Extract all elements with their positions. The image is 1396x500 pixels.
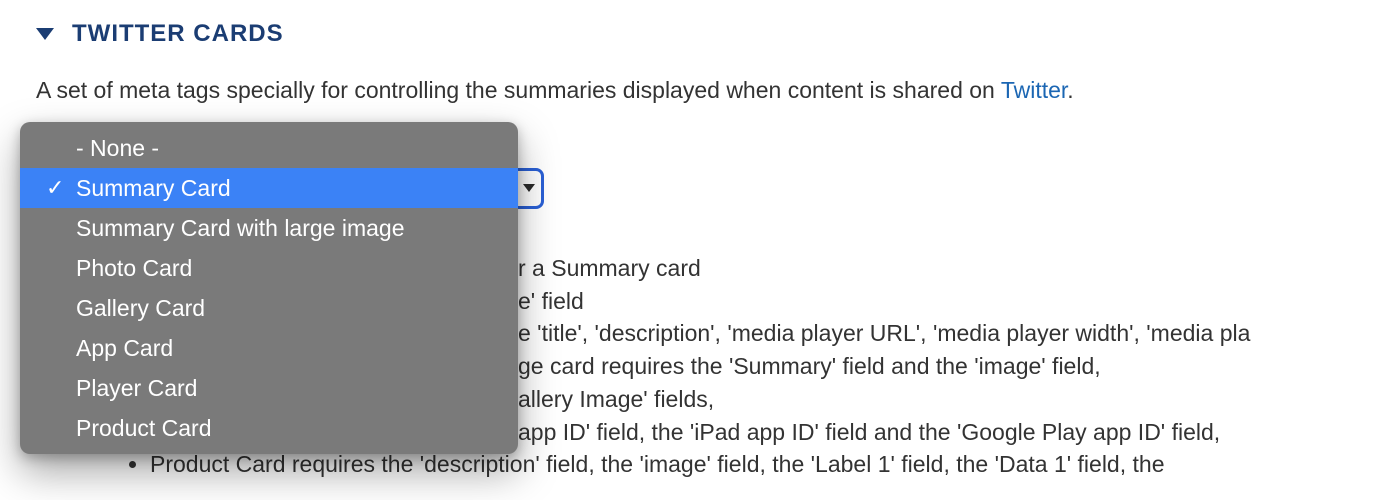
note-fragment-3: e 'title', 'description', 'media player … — [518, 317, 1250, 350]
dropdown-option-summary-card[interactable]: Summary Card — [20, 168, 518, 208]
card-type-select[interactable] — [518, 168, 544, 209]
chevron-down-icon — [523, 184, 535, 192]
card-type-dropdown-menu[interactable]: - None - Summary Card Summary Card with … — [20, 122, 518, 454]
twitter-link[interactable]: Twitter — [1001, 77, 1067, 103]
note-fragment-4: ge card requires the 'Summary' field and… — [518, 350, 1101, 383]
dropdown-option-none[interactable]: - None - — [20, 128, 518, 168]
note-fragment-2: e' field — [518, 285, 584, 318]
dropdown-option-summary-card-large-image[interactable]: Summary Card with large image — [20, 208, 518, 248]
note-fragment-5: allery Image' fields, — [518, 383, 714, 416]
dropdown-option-player-card[interactable]: Player Card — [20, 368, 518, 408]
note-fragment-6: app ID' field, the 'iPad app ID' field a… — [518, 416, 1220, 449]
section-heading[interactable]: TWITTER CARDS — [36, 20, 284, 48]
note-text: Product Card requires the 'description' … — [150, 451, 1164, 477]
dropdown-option-app-card[interactable]: App Card — [20, 328, 518, 368]
note-fragment-1: r a Summary card — [518, 252, 701, 285]
dropdown-option-product-card[interactable]: Product Card — [20, 408, 518, 448]
twitter-cards-settings-section: TWITTER CARDS A set of meta tags special… — [0, 0, 1396, 500]
collapse-triangle-icon[interactable] — [36, 28, 54, 40]
section-title: TWITTER CARDS — [72, 20, 284, 48]
section-description: A set of meta tags specially for control… — [36, 76, 1386, 106]
description-text-pre: A set of meta tags specially for control… — [36, 77, 1001, 103]
description-text-post: . — [1067, 77, 1073, 103]
dropdown-option-photo-card[interactable]: Photo Card — [20, 248, 518, 288]
dropdown-option-gallery-card[interactable]: Gallery Card — [20, 288, 518, 328]
